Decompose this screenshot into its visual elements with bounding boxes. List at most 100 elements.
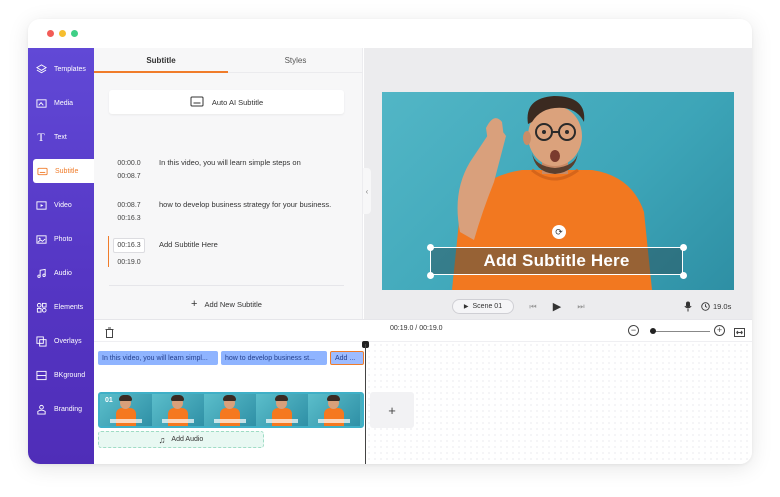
sidebar-item-label: BKground — [54, 371, 86, 379]
zoom-in-button[interactable]: + — [714, 325, 725, 336]
sidebar-item-photo[interactable]: Photo — [28, 227, 94, 251]
sidebar-item-overlays[interactable]: Overlays — [28, 329, 94, 353]
zoom-out-button[interactable]: − — [628, 325, 639, 336]
subtitle-text[interactable]: how to develop business strategy for you… — [159, 199, 339, 210]
clip-number: 01 — [105, 397, 113, 404]
scene-label: Scene 01 — [472, 303, 503, 310]
sidebar-item-audio[interactable]: Audio — [28, 261, 94, 285]
clock-icon — [701, 302, 710, 311]
music-icon — [35, 267, 47, 279]
tab-subtitle[interactable]: Subtitle — [94, 48, 228, 73]
panel-tabs: Subtitle Styles — [94, 48, 363, 73]
microphone-button[interactable] — [682, 299, 694, 314]
subtitle-row[interactable]: 00:08.7 00:16.3 how to develop business … — [109, 199, 344, 225]
minus-icon: − — [630, 325, 637, 335]
minimize-window-button[interactable] — [59, 30, 66, 37]
sidebar-item-label: Subtitle — [55, 167, 79, 175]
media-icon — [35, 97, 47, 109]
playhead[interactable] — [365, 344, 366, 464]
sidebar-item-label: Templates — [54, 65, 86, 73]
sidebar-item-bkground[interactable]: BKground — [28, 363, 94, 387]
fit-width-icon — [734, 328, 745, 337]
subtitle-end-time[interactable]: 00:08.7 — [109, 170, 149, 183]
delete-button[interactable] — [105, 325, 114, 343]
close-window-button[interactable] — [47, 30, 54, 37]
skip-forward-icon: ⏭ — [577, 301, 585, 311]
play-button[interactable]: ▶ — [549, 299, 565, 314]
divider — [109, 285, 344, 286]
sidebar-item-elements[interactable]: Elements — [28, 295, 94, 319]
subtitle-start-time[interactable]: 00:08.7 — [109, 199, 149, 212]
zoom-slider-knob[interactable] — [650, 328, 656, 334]
sidebar-item-media[interactable]: Media — [28, 91, 94, 115]
skip-back-icon: ⏮ — [529, 301, 537, 311]
add-audio-label: Add Audio — [171, 436, 204, 443]
time-readout: 00:19.0 / 00:19.0 — [390, 325, 443, 332]
resize-handle-top-left[interactable] — [427, 244, 434, 251]
subtitle-end-time[interactable]: 00:19.0 — [109, 256, 149, 269]
text-icon: T — [37, 129, 45, 144]
resize-handle-bottom-right[interactable] — [680, 272, 687, 279]
clip-thumbnail — [152, 394, 204, 426]
auto-ai-subtitle-button[interactable]: Auto AI Subtitle — [109, 90, 344, 114]
sidebar-item-video[interactable]: Video — [28, 193, 94, 217]
add-new-subtitle-button[interactable]: + Add New Subtitle — [109, 297, 344, 311]
active-tab-indicator — [94, 71, 228, 73]
overlays-icon — [35, 335, 47, 347]
subtitle-start-time[interactable]: 00:00.0 — [109, 157, 149, 170]
subtitle-row-active[interactable]: 00:16.3 00:19.0 Add Subtitle Here — [108, 236, 344, 269]
add-audio-button[interactable]: ♫ Add Audio — [98, 431, 264, 448]
clip-thumbnail — [308, 394, 360, 426]
video-canvas[interactable]: Add Subtitle Here ⟳ — [382, 92, 734, 290]
subtitle-clip[interactable]: In this video, you will learn simpl... — [98, 351, 218, 365]
chevron-left-icon: ‹ — [365, 186, 369, 196]
add-scene-button[interactable]: + — [370, 392, 414, 428]
subtitle-start-time[interactable]: 00:16.3 — [113, 238, 145, 253]
subtitle-clip[interactable]: how to develop business st... — [221, 351, 327, 365]
sidebar-item-subtitle[interactable]: Subtitle — [33, 159, 94, 183]
subtitle-row[interactable]: 00:00.0 00:08.7 In this video, you will … — [109, 157, 344, 183]
zoom-slider[interactable] — [650, 331, 710, 332]
fit-timeline-button[interactable] — [734, 325, 745, 343]
sidebar-item-label: Overlays — [54, 337, 82, 345]
rotate-icon: ⟳ — [555, 226, 563, 237]
subtitle-text[interactable]: Add Subtitle Here — [159, 239, 339, 250]
sidebar-item-text[interactable]: T Text — [28, 125, 94, 149]
clip-thumbnail — [256, 394, 308, 426]
caption-textbox[interactable]: Add Subtitle Here — [430, 247, 683, 275]
skip-forward-button[interactable]: ⏭ — [575, 299, 587, 314]
play-icon: ▶ — [552, 301, 562, 313]
resize-handle-top-right[interactable] — [680, 244, 687, 251]
layers-icon — [35, 63, 47, 75]
trash-icon — [105, 327, 114, 338]
skip-back-button[interactable]: ⏮ — [527, 299, 539, 314]
timeline-header: 00:19.0 / 00:19.0 − + — [94, 320, 752, 342]
subtitle-text[interactable]: In this video, you will learn simple ste… — [159, 157, 339, 168]
sidebar-item-branding[interactable]: Branding — [28, 397, 94, 421]
scene-selector-button[interactable]: ▶ Scene 01 — [452, 299, 514, 314]
microphone-icon — [684, 301, 692, 312]
tab-styles[interactable]: Styles — [228, 48, 363, 73]
subtitle-times: 00:00.0 00:08.7 — [109, 157, 149, 183]
duration-display: 19.0s — [701, 299, 731, 314]
branding-icon — [35, 403, 47, 415]
plus-icon: + — [191, 298, 198, 310]
subtitle-clip-selected[interactable]: Add ... — [330, 351, 364, 365]
duration-value: 19.0s — [713, 302, 732, 311]
sidebar-item-label: Elements — [54, 303, 84, 311]
maximize-window-button[interactable] — [71, 30, 78, 37]
timeline-body: In this video, you will learn simpl... h… — [94, 342, 752, 464]
subtitle-panel: Subtitle Styles Auto AI Subtitle 00:00.0… — [94, 48, 363, 319]
sidebar: Templates Media T Text Subtitle Video Ph… — [28, 48, 94, 464]
sidebar-item-templates[interactable]: Templates — [28, 57, 94, 81]
resize-handle-bottom-left[interactable] — [427, 272, 434, 279]
sidebar-item-label: Photo — [54, 235, 73, 243]
subtitle-times: 00:08.7 00:16.3 — [109, 199, 149, 225]
video-clip[interactable]: 01 — [98, 392, 364, 428]
collapse-panel-button[interactable]: ‹ — [363, 168, 371, 214]
subtitle-end-time[interactable]: 00:16.3 — [109, 212, 149, 225]
auto-ai-subtitle-label: Auto AI Subtitle — [211, 97, 264, 107]
rotate-handle[interactable]: ⟳ — [552, 225, 566, 239]
sidebar-item-label: Video — [54, 201, 72, 209]
subtitle-icon — [36, 165, 48, 177]
